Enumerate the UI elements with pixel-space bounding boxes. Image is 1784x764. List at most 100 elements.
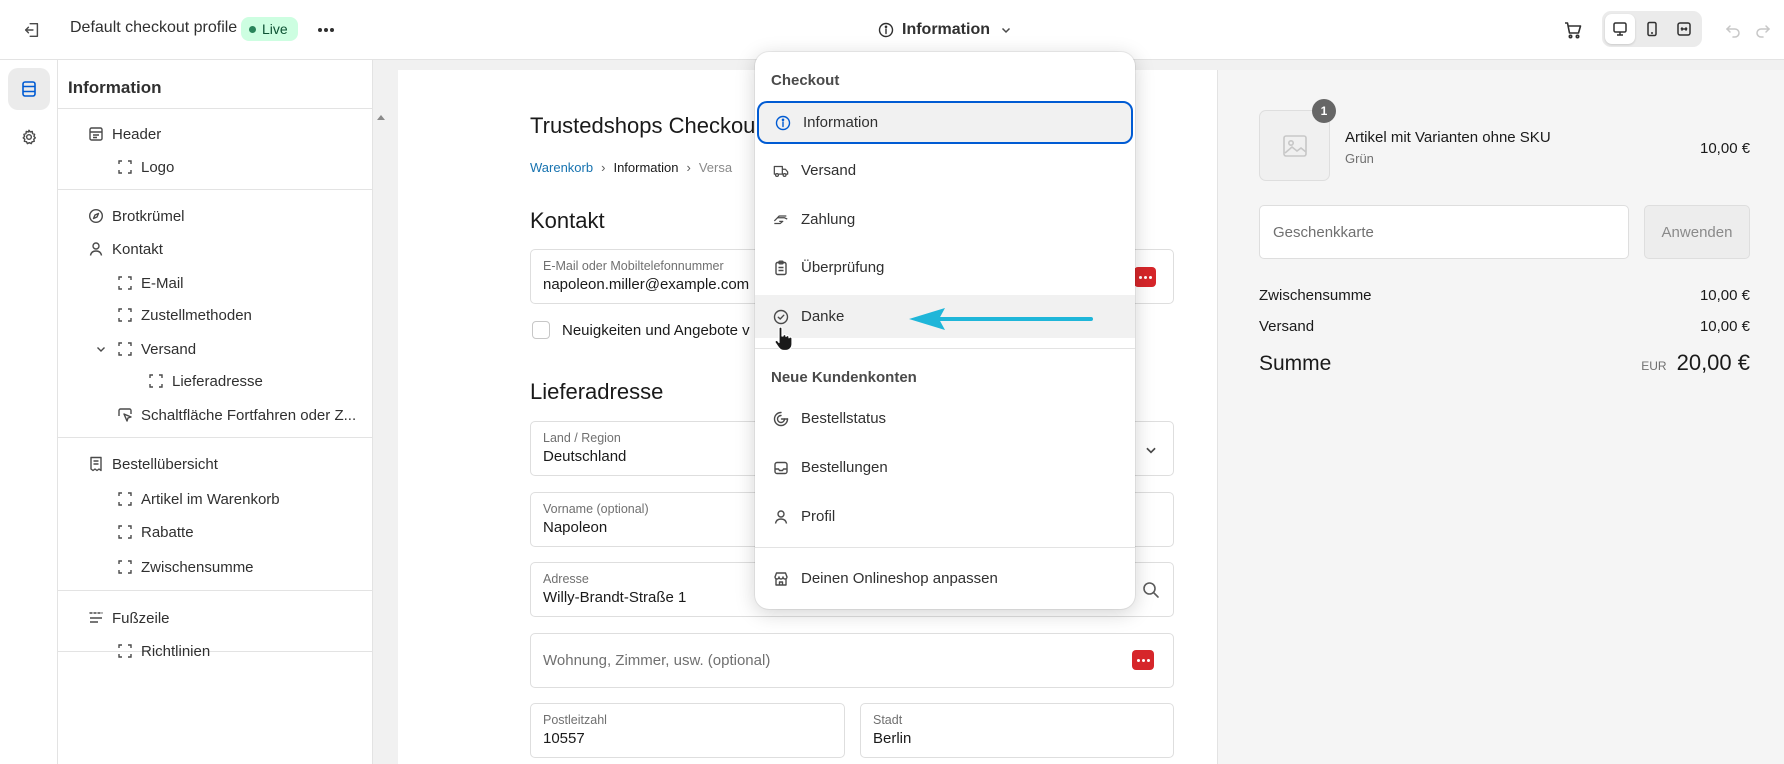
menu-item-payment[interactable]: Zahlung	[755, 198, 1135, 241]
apply-button[interactable]: Anwenden	[1644, 205, 1750, 259]
sections-icon[interactable]	[8, 68, 50, 110]
newsletter-label: Neuigkeiten und Angebote v	[562, 321, 750, 339]
menu-item-review[interactable]: Überprüfung	[755, 246, 1135, 289]
tree-item-delivery-methods[interactable]: Zustellmethoden	[117, 302, 252, 328]
undo-icon[interactable]	[1720, 17, 1746, 43]
truck-icon	[773, 163, 789, 179]
shipping-label: Versand	[1259, 318, 1315, 335]
tree-item-label: Logo	[141, 158, 175, 176]
tree-item-label: Header	[112, 125, 162, 143]
apartment-field[interactable]: Wohnung, Zimmer, usw. (optional)	[530, 633, 1174, 688]
cart-icon[interactable]	[1558, 15, 1588, 45]
chevron-down-icon	[998, 22, 1014, 38]
tree-item-footer[interactable]: Fußzeile	[88, 605, 170, 631]
search-icon[interactable]	[1142, 581, 1160, 599]
divider	[58, 437, 373, 438]
store-icon	[773, 571, 789, 587]
menu-item-label: Deinen Onlineshop anpassen	[801, 570, 998, 587]
chevron-right-icon: ›	[601, 160, 606, 175]
info-icon	[878, 22, 894, 38]
tree-item-label: Brotkrümel	[112, 207, 185, 225]
person-icon	[773, 509, 789, 525]
tree-item-contact[interactable]: Kontakt	[88, 236, 163, 262]
email-field-label: E-Mail oder Mobiltelefonnummer	[543, 259, 724, 273]
chevron-down-icon	[1143, 442, 1159, 458]
block-icon	[117, 643, 133, 659]
menu-item-label: Profil	[801, 508, 836, 525]
tree-item-email[interactable]: E-Mail	[117, 270, 184, 296]
sidebar-scrollbar[interactable]	[373, 109, 389, 764]
page-selector[interactable]: Information	[878, 17, 1014, 43]
subtotal-value: 10,00 €	[1699, 287, 1750, 304]
menu-item-information[interactable]: Information	[757, 101, 1133, 144]
live-status-badge: Live	[241, 17, 298, 41]
tree-item-label: Schaltfläche Fortfahren oder Z...	[141, 406, 357, 424]
group-accounts-label: Neue Kundenkonten	[771, 369, 917, 386]
profile-title: Default checkout profile	[70, 19, 238, 36]
menu-item-label: Bestellungen	[801, 459, 888, 476]
exit-icon[interactable]	[18, 16, 46, 44]
menu-item-order-status[interactable]: Bestellstatus	[755, 397, 1135, 440]
giftcard-placeholder: Geschenkkarte	[1273, 224, 1374, 241]
scroll-up-arrow-icon[interactable]	[377, 115, 385, 120]
menu-item-customize-store[interactable]: Deinen Onlineshop anpassen	[755, 557, 1135, 600]
menu-item-label: Zahlung	[801, 211, 856, 228]
tree-item-logo[interactable]: Logo	[117, 154, 174, 180]
tree-item-header[interactable]: Header	[88, 121, 161, 147]
chevron-down-icon[interactable]	[93, 341, 109, 357]
cursor-block-icon	[117, 407, 133, 423]
city-field[interactable]: Stadt Berlin	[860, 703, 1174, 758]
fullwidth-view-icon[interactable]	[1669, 14, 1699, 44]
divider	[755, 348, 1135, 349]
tree-item-order-summary[interactable]: Bestellübersicht	[88, 451, 218, 477]
zip-field[interactable]: Postleitzahl 10557	[530, 703, 845, 758]
divider	[755, 547, 1135, 548]
city-value: Berlin	[873, 730, 912, 747]
block-icon	[148, 373, 164, 389]
person-icon	[88, 241, 104, 257]
group-checkout-label: Checkout	[771, 72, 840, 89]
inbox-icon	[773, 460, 789, 476]
tree-item-label: Lieferadresse	[172, 372, 263, 390]
divider	[58, 590, 373, 591]
tree-item-breadcrumbs[interactable]: Brotkrümel	[88, 203, 185, 229]
more-actions-icon[interactable]	[312, 16, 340, 44]
firstname-value: Napoleon	[543, 519, 608, 536]
block-icon	[117, 275, 133, 291]
block-icon	[117, 341, 133, 357]
tree-item-shipping-address[interactable]: Lieferadresse	[148, 368, 263, 394]
compass-icon	[88, 208, 104, 224]
annotation-arrow-icon	[909, 308, 1093, 330]
live-dot-icon	[249, 25, 256, 33]
clipboard-icon	[773, 260, 789, 276]
settings-gear-icon[interactable]	[8, 116, 50, 158]
info-icon	[775, 115, 791, 131]
menu-item-label: Versand	[801, 162, 857, 179]
password-manager-icon[interactable]	[1134, 267, 1156, 287]
total-currency: EUR	[1641, 359, 1667, 373]
giftcard-input[interactable]: Geschenkkarte	[1259, 205, 1629, 259]
tree-item-label: Fußzeile	[112, 609, 170, 627]
tree-item-cart-items[interactable]: Artikel im Warenkorb	[117, 486, 280, 512]
breadcrumb-cart-link[interactable]: Warenkorb	[530, 160, 593, 175]
apartment-placeholder: Wohnung, Zimmer, usw. (optional)	[543, 652, 771, 669]
tree-item-label: Zwischensumme	[141, 558, 254, 576]
tree-item-discounts[interactable]: Rabatte	[117, 519, 194, 545]
redo-icon[interactable]	[1750, 17, 1776, 43]
newsletter-checkbox[interactable]	[532, 321, 550, 339]
tree-item-continue-button[interactable]: Schaltfläche Fortfahren oder Z...	[117, 402, 369, 428]
mobile-view-icon[interactable]	[1637, 14, 1667, 44]
password-manager-icon[interactable]	[1132, 650, 1154, 670]
menu-item-shipping[interactable]: Versand	[755, 149, 1135, 192]
sidebar-title: Information	[68, 78, 162, 97]
menu-item-profile[interactable]: Profil	[755, 495, 1135, 538]
tree-item-policies[interactable]: Richtlinien	[117, 638, 210, 664]
menu-item-orders[interactable]: Bestellungen	[755, 446, 1135, 489]
breadcrumb-shipping: Versa	[698, 160, 733, 175]
tree-item-shipping[interactable]: Versand	[93, 336, 196, 362]
tree-item-subtotal[interactable]: Zwischensumme	[117, 554, 254, 580]
desktop-view-icon[interactable]	[1605, 14, 1635, 44]
shipping-address-heading: Lieferadresse	[530, 379, 664, 404]
tree-item-label: Zustellmethoden	[141, 306, 252, 324]
newsletter-checkbox-row[interactable]: Neuigkeiten und Angebote v	[532, 321, 750, 339]
